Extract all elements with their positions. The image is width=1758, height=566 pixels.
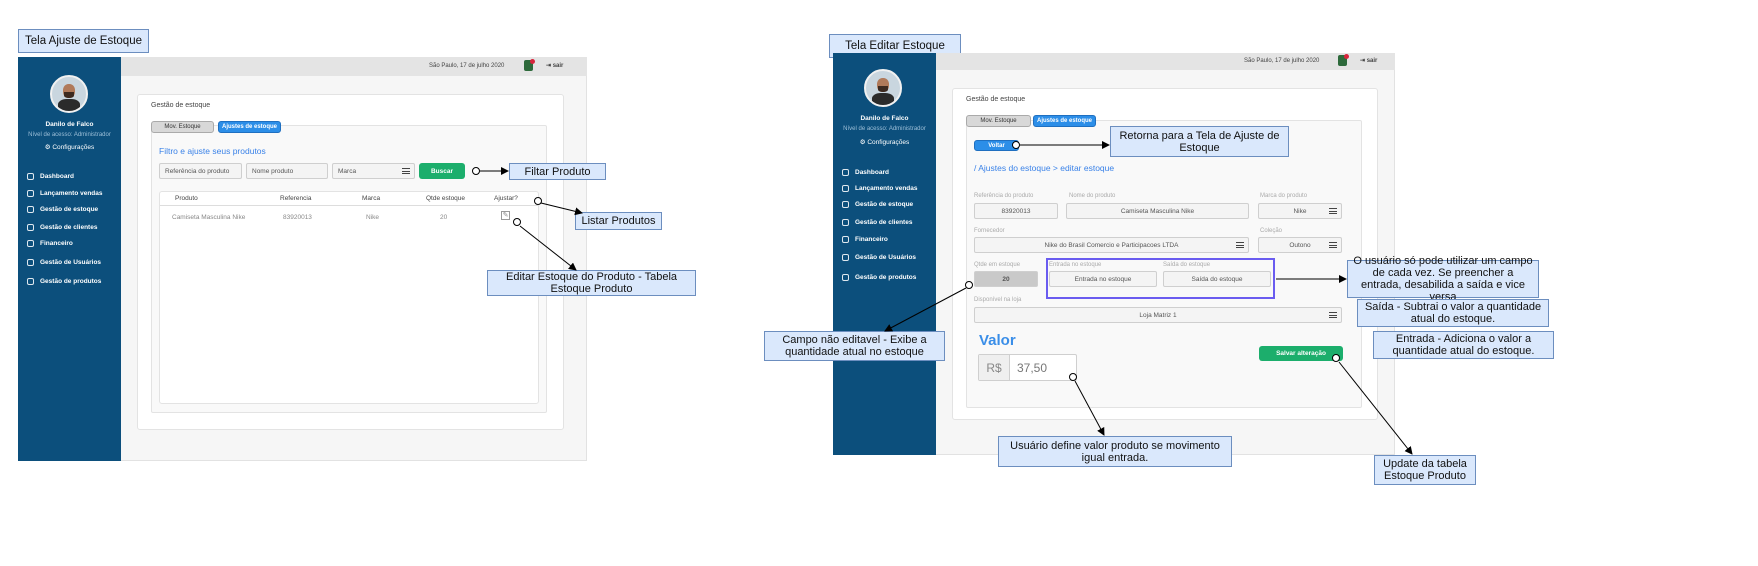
connector-edit bbox=[519, 225, 577, 271]
connector-edit-anchor bbox=[513, 218, 521, 226]
connector-filter-anchor bbox=[472, 167, 480, 175]
connector-list bbox=[540, 202, 583, 216]
connector-update-anchor bbox=[1332, 354, 1340, 362]
connector-update bbox=[1338, 361, 1413, 455]
connector-readonly bbox=[884, 287, 967, 332]
connector-back-anchor bbox=[1012, 141, 1020, 149]
connector-readonly-anchor bbox=[965, 281, 973, 289]
connector-price-anchor bbox=[1069, 373, 1077, 381]
connector-layer bbox=[472, 141, 1413, 455]
connector-list-anchor bbox=[534, 197, 542, 205]
connector-price bbox=[1074, 380, 1105, 436]
